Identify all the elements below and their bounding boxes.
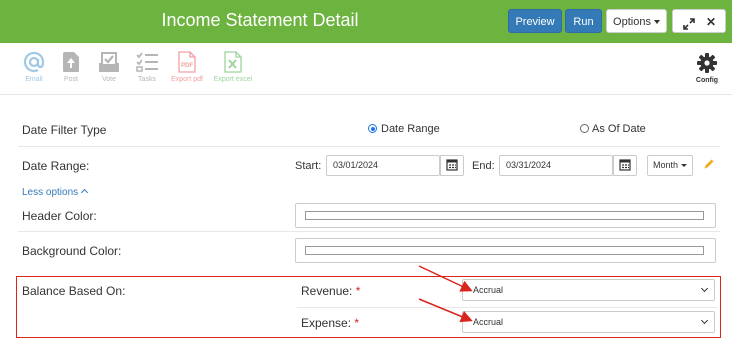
- config-label: Config: [695, 77, 719, 84]
- export-pdf-label: Export pdf: [171, 76, 203, 83]
- row-divider: [18, 231, 720, 232]
- row-divider: [18, 146, 720, 147]
- required-marker: *: [355, 284, 361, 298]
- date-filter-type-label: Date Filter Type: [22, 123, 107, 137]
- excel-file-icon: [224, 51, 242, 73]
- balance-based-on-label: Balance Based On:: [22, 284, 126, 298]
- expense-label-text: Expense:: [301, 316, 352, 330]
- as-of-date-radio[interactable]: [580, 124, 589, 133]
- tasks-label: Tasks: [138, 76, 156, 83]
- end-label: End:: [472, 160, 495, 172]
- start-calendar-button[interactable]: [440, 155, 464, 176]
- options-label: Options: [613, 16, 651, 28]
- calendar-icon: [446, 159, 458, 171]
- expense-select-value: Accrual: [473, 317, 504, 327]
- period-label: Month: [652, 160, 678, 170]
- revenue-label-text: Revenue:: [301, 284, 353, 298]
- chevron-down-icon: [700, 316, 709, 325]
- caret-down-icon: [653, 20, 660, 25]
- export-pdf-button[interactable]: PDF Export pdf: [166, 51, 208, 83]
- page-title: Income Statement Detail: [161, 10, 359, 30]
- revenue-select[interactable]: Accrual: [462, 279, 715, 301]
- ballot-box-icon: [99, 52, 119, 72]
- vote-button[interactable]: Vote: [94, 51, 124, 83]
- background-color-picker[interactable]: [295, 238, 716, 263]
- window-header: Income Statement Detail Preview Run Opti…: [0, 0, 732, 43]
- toolbar: Email Post Vote Tasks PDF Export pdf Exp…: [0, 43, 732, 95]
- upload-icon: [63, 52, 79, 72]
- revenue-select-value: Accrual: [473, 285, 504, 295]
- date-range-radio[interactable]: [368, 124, 377, 133]
- export-excel-label: Export excel: [213, 76, 253, 83]
- pencil-icon[interactable]: [703, 158, 715, 173]
- header-color-swatch: [305, 211, 704, 220]
- start-label: Start:: [295, 160, 322, 172]
- expense-label: Expense: *: [301, 316, 359, 330]
- preview-button[interactable]: Preview: [508, 9, 562, 33]
- at-sign-icon: [23, 51, 45, 73]
- export-excel-button[interactable]: Export excel: [209, 51, 257, 83]
- background-color-label: Background Color:: [22, 244, 122, 258]
- less-options-label: Less options: [22, 187, 79, 198]
- date-range-label: Date Range:: [22, 159, 90, 173]
- email-label: Email: [25, 76, 43, 83]
- header-color-picker[interactable]: [295, 203, 716, 228]
- options-dropdown-button[interactable]: Options: [606, 9, 667, 33]
- date-range-radio-label[interactable]: Date Range: [381, 123, 440, 135]
- post-button[interactable]: Post: [57, 51, 85, 83]
- calendar-icon: [619, 159, 631, 171]
- background-color-swatch: [305, 246, 704, 255]
- checklist-icon: [136, 52, 158, 72]
- as-of-date-radio-label[interactable]: As Of Date: [592, 123, 646, 135]
- chevron-down-icon: [700, 284, 709, 293]
- chevron-up-icon: [81, 188, 89, 197]
- window-controls: ✕: [672, 9, 726, 33]
- post-label: Post: [63, 76, 78, 83]
- start-date-input[interactable]: 03/01/2024: [326, 155, 440, 176]
- config-button[interactable]: Config: [692, 52, 722, 84]
- caret-down-icon: [681, 164, 687, 168]
- less-options-link[interactable]: Less options: [22, 187, 89, 198]
- close-icon[interactable]: ✕: [706, 10, 716, 34]
- expense-select[interactable]: Accrual: [462, 311, 715, 333]
- tasks-button[interactable]: Tasks: [132, 51, 162, 83]
- row-divider: [297, 307, 717, 308]
- run-button[interactable]: Run: [565, 9, 602, 33]
- header-color-label: Header Color:: [22, 209, 97, 223]
- pdf-icon-text: PDF: [181, 63, 193, 69]
- gear-icon: [697, 53, 717, 73]
- end-calendar-button[interactable]: [613, 155, 637, 176]
- end-date-input[interactable]: 03/31/2024: [499, 155, 613, 176]
- required-marker: *: [354, 316, 360, 330]
- vote-label: Vote: [101, 76, 116, 83]
- expand-icon[interactable]: [683, 15, 695, 39]
- pdf-file-icon: PDF: [178, 51, 196, 73]
- email-button[interactable]: Email: [17, 51, 51, 83]
- period-dropdown-button[interactable]: Month: [647, 155, 693, 176]
- revenue-label: Revenue: *: [301, 284, 360, 298]
